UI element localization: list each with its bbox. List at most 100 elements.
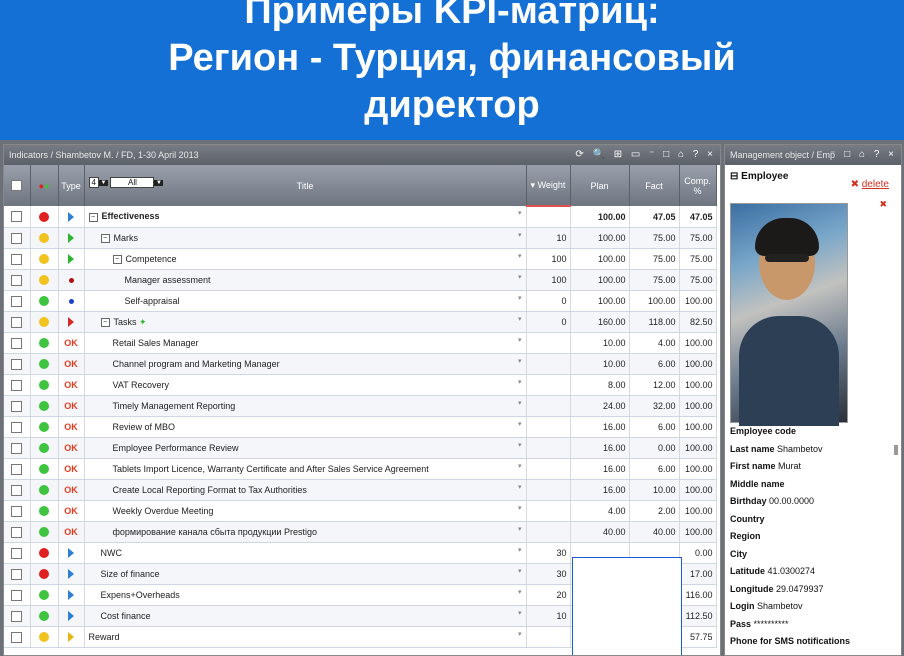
title-cell[interactable]: Weekly Overdue Meeting ▾: [84, 500, 527, 522]
scrollbar[interactable]: [894, 445, 898, 455]
title-cell[interactable]: − Tasks ✦ ▾: [84, 311, 527, 333]
title-cell[interactable]: Create Local Reporting Format to Tax Aut…: [84, 479, 527, 501]
chevron-down-icon[interactable]: ▾: [518, 609, 522, 617]
chevron-down-icon[interactable]: ▾: [518, 336, 522, 344]
comp-cell[interactable]: 112.50: [679, 605, 717, 627]
table-row[interactable]: − Competence ▾ 100 100.00 75.00 75.00: [4, 248, 717, 270]
weight-cell[interactable]: 100: [526, 248, 571, 270]
management-toolbar-icons[interactable]: ⁻ □ ⌂ ? ×: [830, 145, 897, 165]
row-checkbox[interactable]: [11, 547, 23, 559]
chevron-down-icon[interactable]: ▾: [518, 209, 522, 217]
field-value[interactable]: Shambetov: [775, 444, 823, 454]
table-row[interactable]: OK формирование канала сбыта продукции Pr…: [4, 521, 717, 543]
fact-cell[interactable]: 10.00: [629, 479, 680, 501]
chevron-down-icon[interactable]: ▾: [518, 273, 522, 281]
weight-cell[interactable]: 100: [526, 269, 571, 291]
plan-fact-editor-box[interactable]: [572, 557, 682, 655]
comp-cell[interactable]: 116.00: [679, 584, 717, 606]
fact-cell[interactable]: 12.00: [629, 374, 680, 396]
table-row[interactable]: OK Timely Management Reporting ▾ 24.00 32.00…: [4, 395, 717, 417]
comp-cell[interactable]: 100.00: [679, 290, 717, 312]
title-cell[interactable]: формирование канала сбыта продукции Pres…: [84, 521, 527, 543]
fact-cell[interactable]: 4.00: [629, 332, 680, 354]
chevron-down-icon[interactable]: ▾: [518, 462, 522, 470]
plan-cell[interactable]: 10.00: [570, 353, 630, 375]
comp-header[interactable]: Comp. %: [679, 165, 717, 206]
plan-cell[interactable]: 40.00: [570, 521, 630, 543]
fact-cell[interactable]: 6.00: [629, 416, 680, 438]
plan-cell[interactable]: 100.00: [570, 227, 630, 249]
comp-cell[interactable]: 100.00: [679, 416, 717, 438]
fact-cell[interactable]: 6.00: [629, 458, 680, 480]
title-cell[interactable]: Manager assessment ▾: [84, 269, 527, 291]
comp-cell[interactable]: 75.00: [679, 269, 717, 291]
row-checkbox[interactable]: [11, 211, 23, 223]
comp-cell[interactable]: 100.00: [679, 458, 717, 480]
row-select-cell[interactable]: [4, 290, 31, 312]
chevron-down-icon[interactable]: ▾: [518, 252, 522, 260]
row-select-cell[interactable]: [4, 269, 31, 291]
row-select-cell[interactable]: [4, 374, 31, 396]
weight-cell[interactable]: [526, 416, 571, 438]
title-cell[interactable]: Timely Management Reporting ▾: [84, 395, 527, 417]
fact-cell[interactable]: 75.00: [629, 269, 680, 291]
row-checkbox[interactable]: [11, 295, 23, 307]
plan-cell[interactable]: 10.00: [570, 332, 630, 354]
comp-cell[interactable]: 100.00: [679, 437, 717, 459]
level-select[interactable]: 4: [88, 177, 99, 189]
title-cell[interactable]: − Effectiveness ▾: [84, 206, 527, 228]
weight-cell[interactable]: 0: [526, 290, 571, 312]
row-select-cell[interactable]: [4, 479, 31, 501]
chevron-down-icon[interactable]: ▼: [98, 179, 108, 186]
plan-cell[interactable]: 4.00: [570, 500, 630, 522]
chevron-down-icon[interactable]: ▾: [518, 483, 522, 491]
weight-header[interactable]: ▾ Weight: [526, 165, 571, 207]
row-checkbox[interactable]: [11, 337, 23, 349]
comp-cell[interactable]: 57.75: [679, 626, 717, 648]
delete-link[interactable]: ✖ delete: [851, 179, 889, 190]
weight-cell[interactable]: 30: [526, 542, 571, 564]
title-cell[interactable]: − Competence ▾: [84, 248, 527, 270]
plan-cell[interactable]: 16.00: [570, 437, 630, 459]
row-select-cell[interactable]: [4, 332, 31, 354]
plan-cell[interactable]: 8.00: [570, 374, 630, 396]
row-checkbox[interactable]: [11, 358, 23, 370]
chevron-down-icon[interactable]: ▾: [518, 378, 522, 386]
plan-cell[interactable]: 160.00: [570, 311, 630, 333]
title-cell[interactable]: Expens+Overheads ▾: [84, 584, 527, 606]
comp-cell[interactable]: 0.00: [679, 542, 717, 564]
fact-cell[interactable]: 6.00: [629, 353, 680, 375]
title-header[interactable]: 4 ▼ All ▼ Title: [84, 165, 527, 206]
plan-header[interactable]: Plan: [570, 165, 630, 206]
title-cell[interactable]: Retail Sales Manager ▾: [84, 332, 527, 354]
comp-cell[interactable]: 47.05: [679, 206, 717, 228]
table-row[interactable]: OK Retail Sales Manager ▾ 10.00 4.00 100.00: [4, 332, 717, 354]
title-cell[interactable]: Self-appraisal ▾: [84, 290, 527, 312]
weight-cell[interactable]: [526, 353, 571, 375]
row-select-cell[interactable]: [4, 395, 31, 417]
row-checkbox[interactable]: [11, 232, 23, 244]
comp-cell[interactable]: 100.00: [679, 521, 717, 543]
chevron-down-icon[interactable]: ▾: [518, 630, 522, 638]
row-checkbox[interactable]: [11, 505, 23, 517]
title-cell[interactable]: VAT Recovery ▾: [84, 374, 527, 396]
row-select-cell[interactable]: [4, 311, 31, 333]
comp-cell[interactable]: 100.00: [679, 374, 717, 396]
table-row[interactable]: OK Channel program and Marketing Manager ▾…: [4, 353, 717, 375]
chevron-down-icon[interactable]: ▾: [518, 504, 522, 512]
weight-cell[interactable]: [526, 500, 571, 522]
weight-cell[interactable]: 10: [526, 605, 571, 627]
row-select-cell[interactable]: [4, 563, 31, 585]
comp-cell[interactable]: 100.00: [679, 332, 717, 354]
fact-cell[interactable]: 0.00: [629, 437, 680, 459]
weight-cell[interactable]: [526, 479, 571, 501]
chevron-down-icon[interactable]: ▾: [518, 567, 522, 575]
row-select-cell[interactable]: [4, 458, 31, 480]
fact-cell[interactable]: 32.00: [629, 395, 680, 417]
chevron-down-icon[interactable]: ▾: [518, 231, 522, 239]
comp-cell[interactable]: 100.00: [679, 479, 717, 501]
comp-cell[interactable]: 17.00: [679, 563, 717, 585]
chevron-down-icon[interactable]: ▾: [518, 315, 522, 323]
chevron-down-icon[interactable]: ▾: [518, 294, 522, 302]
row-checkbox[interactable]: [11, 379, 23, 391]
